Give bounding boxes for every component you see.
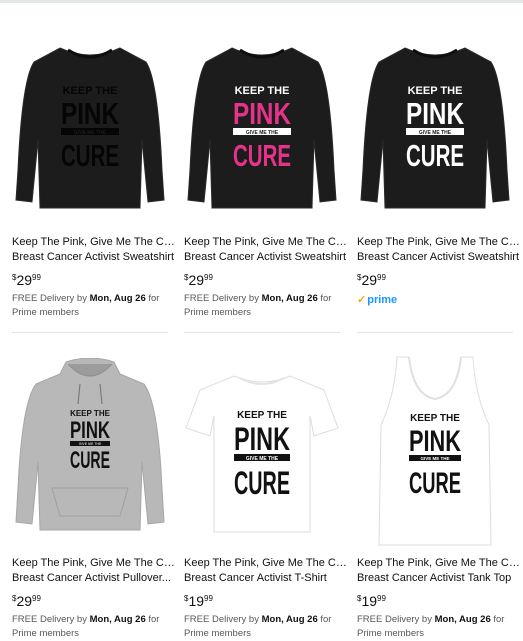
design-mid-text: GIVE ME THE (79, 442, 102, 446)
prime-badge: ✓prime (357, 294, 398, 306)
design-main-text: PINK (406, 96, 464, 131)
design-bottom-text: CURE (409, 467, 461, 500)
design-bottom-text: CURE (234, 465, 290, 501)
design-mid-text: GIVE ME THE (420, 456, 449, 461)
product-price: $1999 (184, 593, 213, 609)
design-bottom-text: CURE (61, 138, 119, 173)
product-title[interactable]: Keep The Pink, Give Me The Cure Breast C… (357, 556, 523, 586)
product-title[interactable]: Keep The Pink, Give Me The Cure Breast C… (357, 235, 523, 265)
design-top-text: KEEP THE (237, 410, 287, 421)
design-mid-text: GIVE ME THE (74, 130, 107, 136)
design-bottom-text: CURE (233, 138, 291, 173)
product-image-hoodie[interactable]: KEEP THE PINK GIVE ME THE CURE (12, 358, 168, 538)
design-main-text: PINK (233, 96, 291, 131)
delivery-info: FREE Delivery by Mon, Aug 26 for Prime m… (357, 614, 505, 639)
product-title[interactable]: Keep The Pink, Give Me The Cure Breast C… (184, 556, 350, 586)
design-mid-text: GIVE ME THE (419, 130, 452, 136)
product-title[interactable]: Keep The Pink, Give Me The Cure Breast C… (12, 556, 178, 586)
product-image-sweatshirt[interactable]: KEEP THE PINK GIVE ME THE CURE (357, 40, 513, 220)
delivery-info: FREE Delivery by Mon, Aug 26 for Prime m… (12, 614, 160, 639)
design-main-text: PINK (409, 425, 461, 458)
delivery-info: FREE Delivery by Mon, Aug 26 for Prime m… (12, 293, 160, 318)
product-image-sweatshirt[interactable]: KEEP THE PINK GIVE ME THE CURE (12, 40, 168, 220)
card-divider (357, 332, 513, 333)
product-image-sweatshirt[interactable]: KEEP THE PINK GIVE ME THE CURE (184, 40, 340, 220)
design-bottom-text: CURE (70, 447, 110, 474)
delivery-info: FREE Delivery by Mon, Aug 26 for Prime m… (184, 293, 332, 318)
product-image-tank-top[interactable]: KEEP THE PINK GIVE ME THE CURE (357, 355, 513, 550)
design-mid-text: GIVE ME THE (246, 130, 279, 136)
design-main-text: PINK (234, 421, 290, 457)
card-divider (12, 332, 168, 333)
product-price: $2999 (12, 593, 41, 609)
design-bottom-text: CURE (406, 138, 464, 173)
design-mid-text: GIVE ME THE (246, 456, 279, 462)
product-price: $2999 (12, 272, 41, 288)
prime-check-icon: ✓ (357, 294, 367, 306)
product-image-tshirt[interactable]: KEEP THE PINK GIVE ME THE CURE (184, 370, 340, 540)
product-title[interactable]: Keep The Pink, Give Me The Cure Breast C… (184, 235, 350, 265)
top-divider (0, 0, 523, 3)
product-price: $2999 (357, 272, 386, 288)
product-price: $1999 (357, 593, 386, 609)
delivery-info: FREE Delivery by Mon, Aug 26 for Prime m… (184, 614, 332, 639)
design-top-text: KEEP THE (410, 413, 460, 424)
product-price: $2999 (184, 272, 213, 288)
design-main-text: PINK (61, 96, 119, 131)
card-divider (184, 332, 340, 333)
product-title[interactable]: Keep The Pink, Give Me The Cure Breast C… (12, 235, 178, 265)
design-main-text: PINK (70, 417, 110, 444)
